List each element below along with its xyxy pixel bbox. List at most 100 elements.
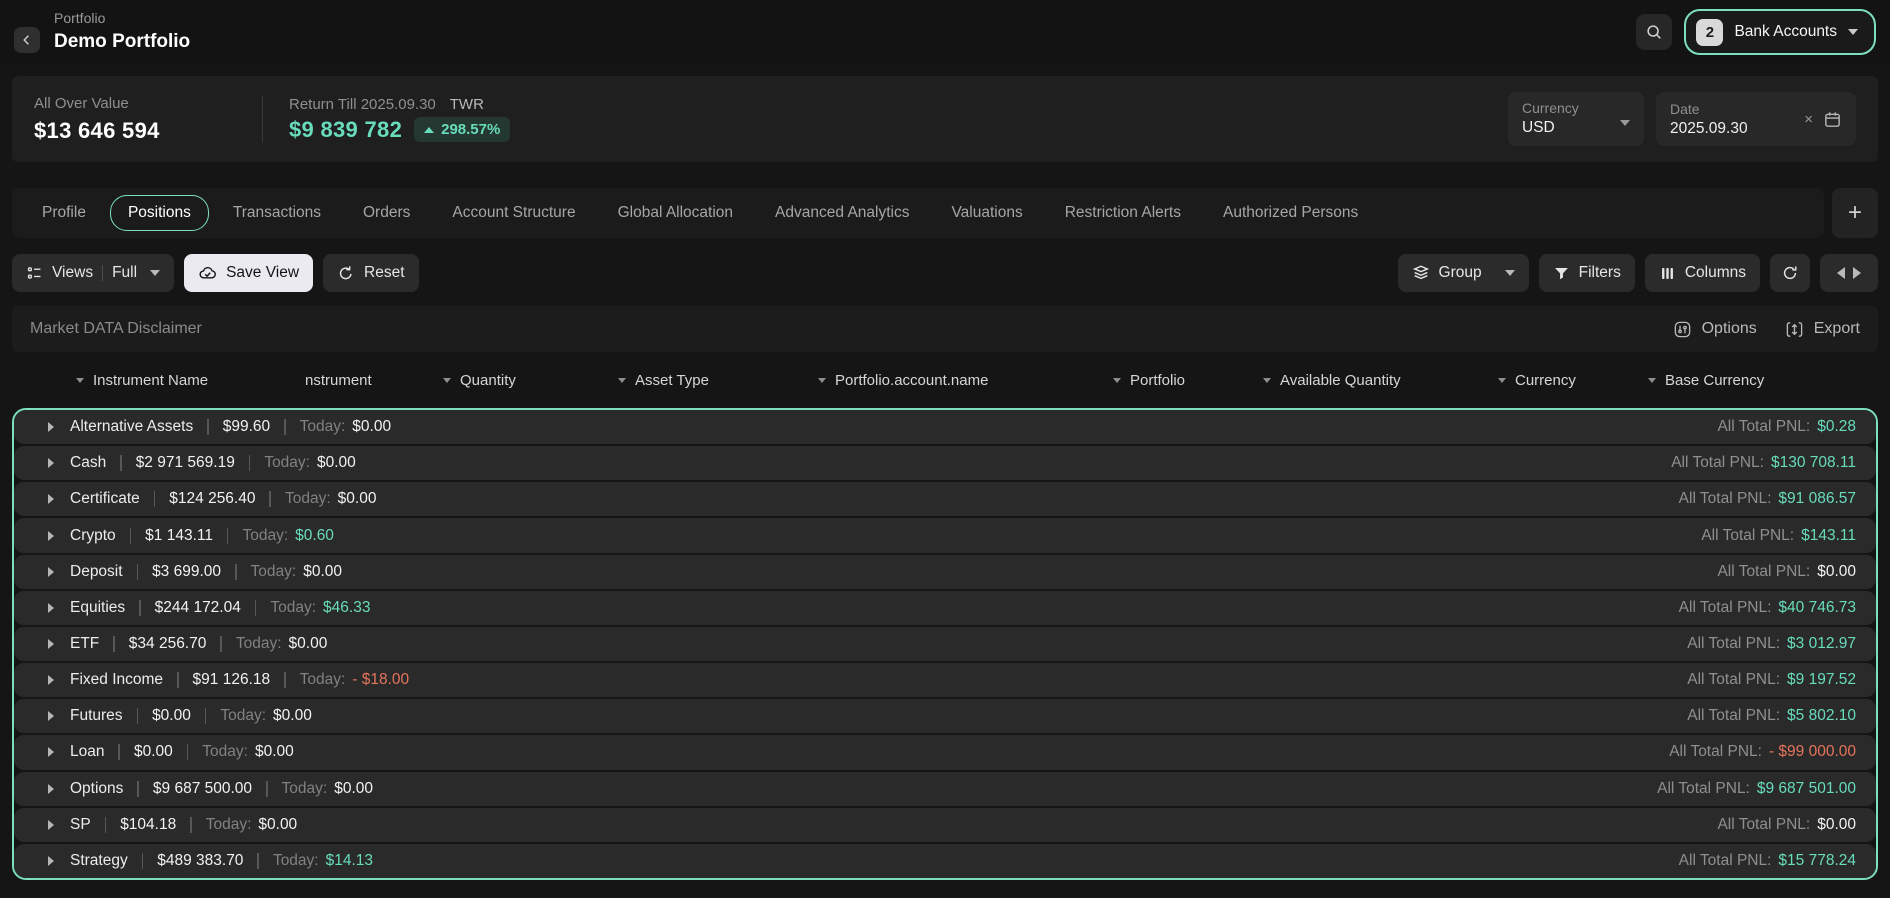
expand-chevron-icon[interactable] — [48, 639, 54, 649]
column-header[interactable]: Instrument Name — [76, 372, 288, 389]
expand-chevron-icon[interactable] — [48, 458, 54, 468]
options-button[interactable]: Options — [1673, 320, 1757, 339]
table-row[interactable]: Equities $244 172.04 Today: $46.33 All T… — [14, 591, 1876, 625]
bank-accounts-selector[interactable]: 2 Bank Accounts — [1684, 9, 1876, 55]
calendar-icon[interactable] — [1823, 110, 1842, 129]
clear-date-icon[interactable]: × — [1804, 112, 1813, 127]
breadcrumb: Portfolio — [54, 10, 190, 28]
column-header[interactable]: Available Quantity — [1263, 372, 1498, 389]
column-header[interactable]: Portfolio — [1113, 372, 1263, 389]
divider — [118, 744, 120, 760]
expand-chevron-icon[interactable] — [48, 675, 54, 685]
tab-global-allocation[interactable]: Global Allocation — [600, 195, 751, 231]
column-header[interactable]: nstrument — [288, 372, 443, 389]
column-menu-icon[interactable] — [1498, 378, 1506, 383]
expand-chevron-icon[interactable] — [48, 603, 54, 613]
table-row[interactable]: Options $9 687 500.00 Today: $0.00 All T… — [14, 772, 1876, 806]
expand-chevron-icon[interactable] — [48, 494, 54, 504]
divider — [102, 265, 103, 281]
market-data-disclaimer[interactable]: Market DATA Disclaimer — [30, 320, 202, 338]
table-row[interactable]: Fixed Income $91 126.18 Today: - $18.00 … — [14, 663, 1876, 697]
divider — [187, 744, 189, 760]
tab-orders[interactable]: Orders — [345, 195, 428, 231]
group-today-value: $0.00 — [255, 743, 294, 761]
next-page-icon[interactable] — [1853, 267, 1861, 279]
column-menu-icon[interactable] — [1113, 378, 1121, 383]
export-button[interactable]: Export — [1785, 320, 1860, 339]
tab-authorized-persons[interactable]: Authorized Persons — [1205, 195, 1376, 231]
expand-chevron-icon[interactable] — [48, 422, 54, 432]
expand-chevron-icon[interactable] — [48, 856, 54, 866]
date-picker[interactable]: Date 2025.09.30 × — [1656, 92, 1856, 146]
back-button[interactable] — [14, 27, 40, 53]
column-header[interactable]: Base Currency — [1648, 372, 1878, 389]
today-label: Today: — [300, 671, 346, 689]
table-row[interactable]: Strategy $489 383.70 Today: $14.13 All T… — [14, 844, 1876, 878]
columns-button[interactable]: Columns — [1645, 254, 1760, 292]
add-tab-button[interactable]: + — [1832, 188, 1878, 238]
group-pnl-value: $130 708.11 — [1771, 454, 1856, 472]
expand-chevron-icon[interactable] — [48, 784, 54, 794]
refresh-button[interactable] — [1770, 254, 1810, 292]
column-header[interactable]: Currency — [1498, 372, 1648, 389]
expand-chevron-icon[interactable] — [48, 531, 54, 541]
divider — [130, 528, 132, 544]
reset-button[interactable]: Reset — [323, 254, 419, 292]
pnl-label: All Total PNL: — [1679, 599, 1772, 617]
pnl-label: All Total PNL: — [1717, 563, 1810, 581]
column-header[interactable]: Asset Type — [618, 372, 818, 389]
currency-selector[interactable]: Currency USD — [1508, 92, 1644, 146]
expand-chevron-icon[interactable] — [48, 820, 54, 830]
tab-positions[interactable]: Positions — [110, 195, 209, 231]
table-row[interactable]: SP $104.18 Today: $0.00 All Total PNL: $… — [14, 808, 1876, 842]
columns-label: Columns — [1685, 264, 1746, 282]
table-row[interactable]: Alternative Assets $99.60 Today: $0.00 A… — [14, 410, 1876, 444]
table-row[interactable]: Cash $2 971 569.19 Today: $0.00 All Tota… — [14, 446, 1876, 480]
tab-valuations[interactable]: Valuations — [933, 195, 1040, 231]
expand-chevron-icon[interactable] — [48, 711, 54, 721]
divider — [255, 600, 257, 616]
column-menu-icon[interactable] — [618, 378, 626, 383]
tab-account-structure[interactable]: Account Structure — [434, 195, 593, 231]
group-name: Futures — [70, 707, 123, 725]
search-button[interactable] — [1636, 14, 1672, 50]
chevron-down-icon — [1505, 270, 1515, 276]
table-row[interactable]: Futures $0.00 Today: $0.00 All Total PNL… — [14, 699, 1876, 733]
group-selector[interactable]: Group — [1398, 254, 1529, 292]
group-pnl-value: $15 778.24 — [1778, 852, 1856, 870]
tab-profile[interactable]: Profile — [24, 195, 104, 231]
filters-label: Filters — [1579, 264, 1621, 282]
table-row[interactable]: Crypto $1 143.11 Today: $0.60 All Total … — [14, 518, 1876, 552]
table-header-row: Instrument Name nstrument Quantity Asset… — [12, 354, 1878, 406]
table-row[interactable]: Certificate $124 256.40 Today: $0.00 All… — [14, 482, 1876, 516]
tab-advanced-analytics[interactable]: Advanced Analytics — [757, 195, 927, 231]
column-menu-icon[interactable] — [443, 378, 451, 383]
table-row[interactable]: Loan $0.00 Today: $0.00 All Total PNL: -… — [14, 735, 1876, 769]
accounts-label: Bank Accounts — [1734, 23, 1837, 41]
tab-transactions[interactable]: Transactions — [215, 195, 339, 231]
views-selector[interactable]: Views Full — [12, 254, 174, 292]
group-name: Cash — [70, 454, 106, 472]
tab-restriction-alerts[interactable]: Restriction Alerts — [1047, 195, 1199, 231]
group-name: Equities — [70, 599, 125, 617]
table-row[interactable]: Deposit $3 699.00 Today: $0.00 All Total… — [14, 555, 1876, 589]
views-label: Views — [52, 264, 93, 282]
column-menu-icon[interactable] — [76, 378, 84, 383]
group-today-value: $0.00 — [273, 707, 312, 725]
group-today-value: $0.00 — [352, 418, 391, 436]
table-row[interactable]: ETF $34 256.70 Today: $0.00 All Total PN… — [14, 627, 1876, 661]
expand-chevron-icon[interactable] — [48, 747, 54, 757]
pager-buttons[interactable] — [1820, 254, 1878, 292]
column-menu-icon[interactable] — [1263, 378, 1271, 383]
column-menu-icon[interactable] — [1648, 378, 1656, 383]
column-header[interactable]: Portfolio.account.name — [818, 372, 1113, 389]
group-value: $1 143.11 — [145, 527, 213, 545]
prev-page-icon[interactable] — [1837, 267, 1845, 279]
expand-chevron-icon[interactable] — [48, 567, 54, 577]
column-header[interactable]: Quantity — [443, 372, 618, 389]
group-name: Loan — [70, 743, 104, 761]
save-view-button[interactable]: Save View — [184, 254, 313, 292]
column-menu-icon[interactable] — [818, 378, 826, 383]
filters-button[interactable]: Filters — [1539, 254, 1635, 292]
group-pnl-value: $143.11 — [1801, 527, 1856, 545]
